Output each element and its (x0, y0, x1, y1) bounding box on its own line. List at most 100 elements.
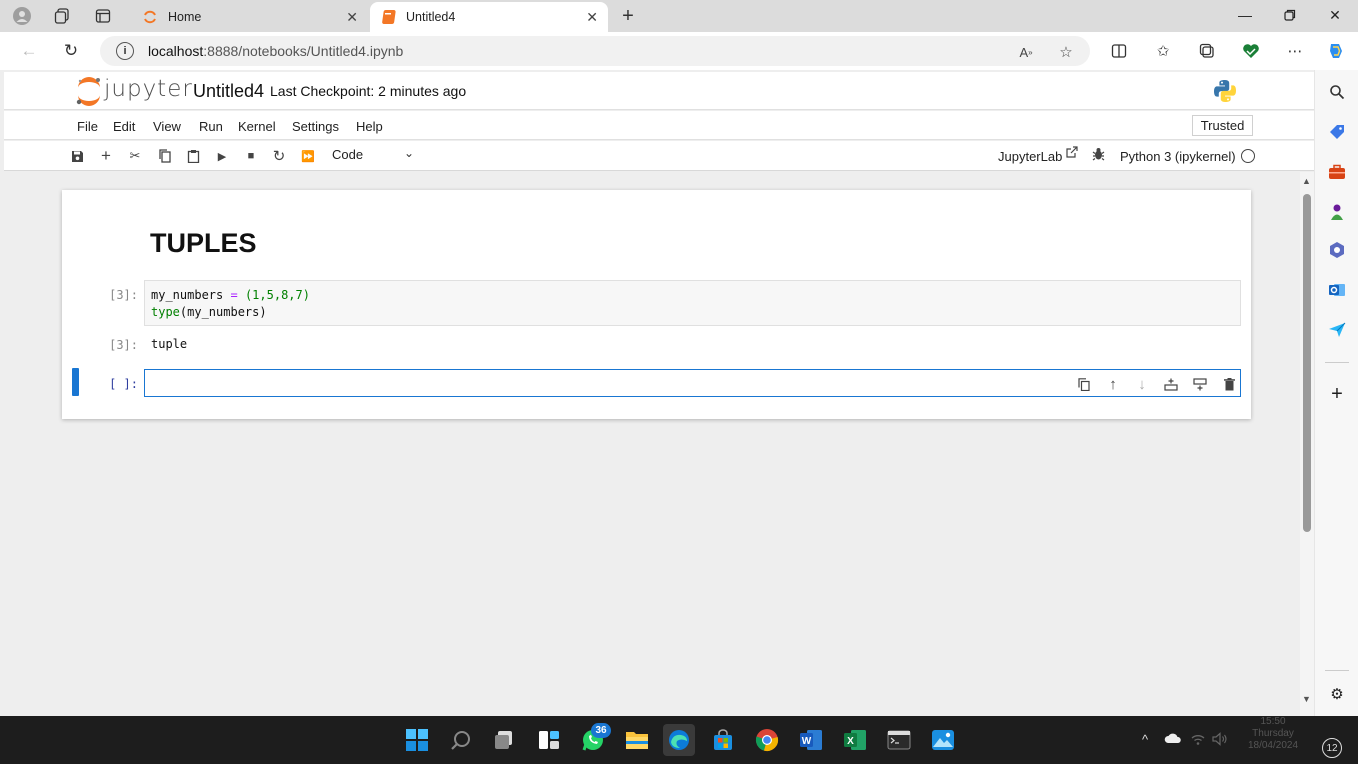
save-icon[interactable] (68, 147, 86, 165)
file-explorer-icon[interactable] (621, 724, 653, 756)
page-scrollbar[interactable]: ▲ ▼ (1300, 172, 1314, 716)
refresh-icon[interactable]: ↻ (60, 40, 82, 62)
workspaces-icon[interactable] (52, 6, 72, 26)
volume-speaker-icon[interactable] (1212, 732, 1228, 749)
shopping-tag-icon[interactable] (1327, 122, 1347, 142)
outlook-icon[interactable] (1327, 280, 1347, 300)
run-cell-icon[interactable]: ▶ (213, 147, 231, 165)
tab-actions-icon[interactable] (93, 6, 113, 26)
duplicate-cell-icon[interactable] (1075, 375, 1093, 393)
markdown-heading[interactable]: TUPLES (150, 228, 257, 259)
copy-icon[interactable] (155, 147, 173, 165)
interrupt-kernel-icon[interactable]: ■ (242, 147, 260, 165)
terminal-icon[interactable] (883, 724, 915, 756)
split-screen-icon[interactable] (1108, 40, 1130, 62)
photos-icon[interactable] (927, 724, 959, 756)
tab-title: Home (168, 10, 202, 24)
copilot-icon[interactable] (1325, 40, 1347, 62)
menu-view[interactable]: View (153, 119, 181, 134)
insert-cell-below-icon[interactable] (1191, 375, 1209, 393)
restart-kernel-icon[interactable]: ↻ (270, 147, 288, 165)
input-prompt: [3]: (109, 288, 138, 302)
menu-run[interactable]: Run (199, 119, 223, 134)
kernel-name[interactable]: Python 3 (ipykernel) (1120, 149, 1236, 164)
minimize-icon[interactable]: — (1234, 4, 1256, 26)
favorite-star-icon[interactable]: ☆ (1056, 42, 1076, 62)
windows-start-icon[interactable] (401, 724, 433, 756)
tab-untitled4[interactable]: Untitled4 ✕ (370, 2, 608, 32)
code-line-2: type(my_numbers) (151, 305, 267, 319)
cut-icon[interactable]: ✂ (126, 147, 144, 165)
add-sidebar-app-icon[interactable]: + (1327, 383, 1347, 405)
notebook-favicon-icon (382, 10, 396, 24)
wifi-icon[interactable] (1190, 732, 1206, 749)
notification-center-badge[interactable]: 12 (1322, 738, 1342, 758)
tab-close-icon[interactable]: ✕ (586, 9, 598, 26)
collections-icon[interactable] (1196, 40, 1218, 62)
scroll-up-arrow-icon[interactable]: ▲ (1302, 176, 1311, 186)
show-hidden-icons-chevron-icon[interactable]: ^ (1142, 732, 1148, 747)
site-info-icon[interactable]: i (116, 42, 134, 60)
widgets-icon[interactable] (533, 724, 565, 756)
tab-title: Untitled4 (406, 10, 456, 24)
profile-icon[interactable] (12, 6, 32, 26)
search-icon[interactable] (1327, 82, 1347, 102)
tools-briefcase-icon[interactable] (1327, 162, 1347, 182)
tab-close-icon[interactable]: ✕ (346, 9, 358, 26)
move-cell-down-icon[interactable]: ↓ (1133, 375, 1151, 393)
move-cell-up-icon[interactable]: ↑ (1104, 375, 1122, 393)
restore-icon[interactable] (1279, 4, 1301, 26)
insert-cell-icon[interactable]: + (97, 146, 115, 165)
scrollbar-thumb[interactable] (1303, 194, 1311, 532)
cell-type-select[interactable]: Code ⌄ (332, 146, 414, 165)
more-menu-icon[interactable]: ⋯ (1284, 40, 1306, 62)
insert-cell-above-icon[interactable] (1162, 375, 1180, 393)
url-input[interactable]: i localhost:8888/notebooks/Untitled4.ipy… (100, 36, 1090, 66)
menu-settings[interactable]: Settings (292, 119, 339, 134)
favorites-icon[interactable]: ✩ (1152, 40, 1174, 62)
menu-edit[interactable]: Edit (113, 119, 135, 134)
excel-icon[interactable]: X (839, 724, 871, 756)
python-logo-icon (1214, 80, 1236, 102)
browser-tab-strip: Home ✕ Untitled4 ✕ + — ✕ (0, 0, 1358, 32)
close-window-icon[interactable]: ✕ (1324, 4, 1346, 26)
clock-date: 18/04/2024 (1247, 740, 1299, 751)
games-icon[interactable] (1327, 202, 1347, 222)
sidebar-settings-gear-icon[interactable]: ⚙ (1327, 684, 1347, 704)
delete-cell-trash-icon[interactable] (1220, 375, 1238, 393)
word-icon[interactable]: W (795, 724, 827, 756)
menu-file[interactable]: File (77, 119, 98, 134)
new-tab-icon[interactable]: + (618, 5, 638, 27)
chrome-icon[interactable] (751, 724, 783, 756)
restart-run-all-icon[interactable]: ⏩ (299, 147, 317, 165)
code-cell-editor[interactable]: my_numbers = (1,5,8,7) type(my_numbers) (144, 280, 1241, 326)
drop-send-icon[interactable] (1327, 320, 1347, 340)
external-link-icon[interactable] (1066, 146, 1078, 161)
microsoft-365-icon[interactable] (1327, 240, 1347, 260)
read-aloud-icon[interactable]: A» (1016, 42, 1036, 62)
active-code-cell-editor[interactable]: ↑ ↓ (144, 369, 1241, 397)
browser-essentials-icon[interactable] (1240, 40, 1262, 62)
trusted-indicator[interactable]: Trusted (1192, 115, 1253, 136)
menu-kernel[interactable]: Kernel (238, 119, 276, 134)
task-view-icon[interactable] (489, 724, 521, 756)
notebook-paper: TUPLES [3]: my_numbers = (1,5,8,7) type(… (62, 190, 1251, 419)
sidebar-divider (1325, 670, 1349, 671)
debugger-bug-icon[interactable] (1092, 147, 1105, 164)
jupyter-logo-icon[interactable] (74, 76, 104, 106)
microsoft-store-icon[interactable] (707, 724, 739, 756)
open-jupyterlab-link[interactable]: JupyterLab (998, 149, 1062, 164)
edge-browser-icon[interactable] (663, 724, 695, 756)
active-cell-indicator (72, 368, 79, 396)
taskbar-search-icon[interactable] (445, 724, 477, 756)
tab-home[interactable]: Home ✕ (132, 2, 368, 32)
system-clock[interactable]: 15:50 Thursday 18/04/2024 (1238, 716, 1308, 752)
clock-time: 15:50 (1260, 716, 1286, 727)
scroll-down-arrow-icon[interactable]: ▼ (1302, 694, 1311, 704)
notebook-title[interactable]: Untitled4 (193, 81, 264, 102)
back-icon[interactable]: ← (18, 40, 40, 62)
paste-icon[interactable] (184, 147, 202, 165)
jupyter-logo-text: jupyter (104, 76, 193, 102)
menu-help[interactable]: Help (356, 119, 383, 134)
onedrive-cloud-icon[interactable] (1164, 732, 1182, 747)
